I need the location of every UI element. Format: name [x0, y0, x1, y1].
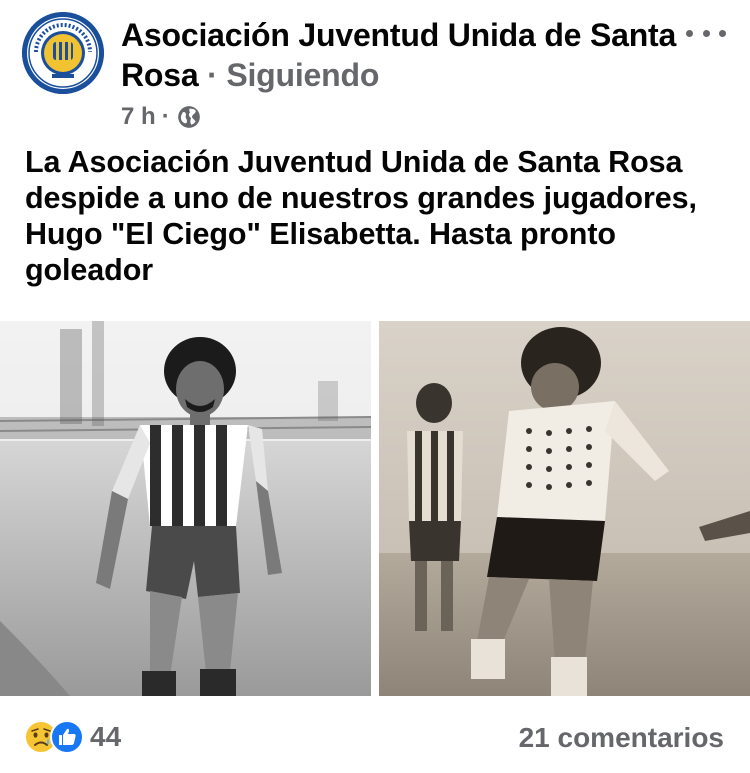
- photo-player-standing-image: [0, 321, 371, 696]
- meta-separator: ·: [161, 103, 170, 130]
- post-text: La Asociación Juventud Unida de Santa Ro…: [25, 145, 697, 287]
- page-name-line: Asociación Juventud Unida de Santa Rosa …: [121, 15, 681, 95]
- club-crest-icon: [22, 12, 104, 94]
- comments-count-link[interactable]: 21 comentarios: [519, 722, 724, 754]
- photo-player-running[interactable]: [379, 321, 750, 696]
- photo-player-standing[interactable]: [0, 321, 371, 696]
- reactions-summary[interactable]: 44: [24, 720, 121, 754]
- post-meta: 7 h ·: [121, 101, 202, 133]
- more-horizontal-icon: [686, 29, 693, 37]
- name-separator: ·: [207, 57, 218, 93]
- post-time[interactable]: 7 h: [121, 103, 156, 131]
- like-reaction-icon: [50, 720, 84, 754]
- globe-icon: [177, 106, 200, 128]
- photo-player-running-image: [379, 321, 750, 696]
- post-footer: 44 21 comentarios: [0, 696, 750, 773]
- post-header: Asociación Juventud Unida de Santa Rosa …: [0, 0, 750, 140]
- page-name-link[interactable]: Asociación Juventud Unida de Santa Rosa: [121, 17, 676, 93]
- more-options-button[interactable]: [686, 18, 726, 48]
- more-horizontal-icon: [719, 29, 726, 37]
- reaction-count: 44: [90, 721, 122, 752]
- more-horizontal-icon: [702, 29, 710, 37]
- page-avatar[interactable]: [22, 12, 104, 94]
- follow-status[interactable]: Siguiendo: [226, 57, 379, 93]
